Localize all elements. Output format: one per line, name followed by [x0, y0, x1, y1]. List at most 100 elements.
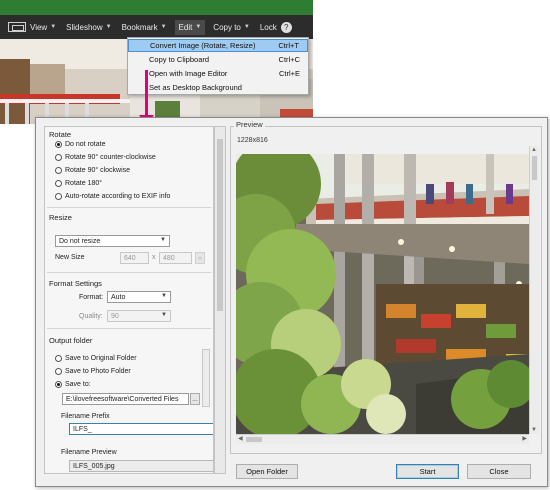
view-icon — [8, 22, 26, 32]
radio-button[interactable] — [55, 355, 62, 362]
scrollbar-thumb[interactable] — [217, 139, 223, 311]
scroll-left-icon[interactable]: ◀ — [238, 435, 243, 442]
browse-button[interactable]: ... — [190, 393, 200, 405]
menu-item-open-with-editor[interactable]: Open with Image Editor Ctrl+E — [128, 67, 308, 80]
radio-label: Auto-rotate according to EXIF info — [65, 193, 171, 200]
preview-image — [236, 154, 529, 434]
output-section-title: Output folder — [49, 336, 93, 345]
radio-button[interactable] — [55, 180, 62, 187]
quality-value: 90 — [111, 312, 119, 320]
menu-item-shortcut: Ctrl+T — [278, 41, 299, 50]
view-label: View — [30, 22, 48, 32]
chevron-down-icon: ▼ — [161, 293, 167, 299]
radio-label: Save to Photo Folder — [65, 368, 131, 375]
settings-scrollbar[interactable] — [214, 126, 226, 474]
copy-to-menu-button[interactable]: Copy to ▼ — [213, 23, 250, 32]
preview-title: Preview — [234, 120, 265, 129]
quality-label: Quality: — [79, 313, 103, 320]
format-section-title: Format Settings — [49, 279, 102, 288]
filename-prefix-label: Filename Prefix — [61, 413, 110, 420]
format-label: Format: — [79, 294, 104, 301]
height-input[interactable]: 480 — [159, 252, 192, 264]
menu-item-label: Copy to Clipboard — [149, 55, 210, 64]
new-size-label: New Size — [55, 254, 85, 261]
section-divider — [47, 328, 211, 329]
view-menu-button[interactable]: View ▼ — [8, 22, 56, 32]
radio-button-selected[interactable] — [55, 381, 62, 388]
chevron-down-icon: ▼ — [161, 312, 167, 318]
preview-vertical-scrollbar[interactable]: ▲ ▼ — [529, 146, 539, 434]
chevron-down-icon: ▼ — [243, 24, 250, 30]
edit-menu-button[interactable]: Edit ▼ — [174, 19, 206, 35]
open-folder-button[interactable]: Open Folder — [236, 464, 298, 479]
toolbar: View ▼ Slideshow ▼ Bookmark ▼ Edit ▼ Cop… — [0, 15, 313, 39]
resize-mode-select[interactable]: Do not resize ▼ — [55, 235, 170, 247]
quality-select[interactable]: 90 ▼ — [107, 310, 171, 322]
scroll-up-icon[interactable]: ▲ — [531, 147, 537, 153]
copy-to-label: Copy to — [213, 22, 241, 32]
size-separator: x — [152, 254, 156, 261]
rotate-option-ccw[interactable]: Rotate 90° counter-clockwise — [55, 154, 156, 161]
radio-button-selected[interactable] — [55, 141, 62, 148]
bookmark-label: Bookmark — [121, 22, 158, 32]
rotate-option-exif[interactable]: Auto-rotate according to EXIF info — [55, 193, 170, 200]
menu-item-set-desktop-background[interactable]: Set as Desktop Background — [128, 81, 308, 94]
chevron-down-icon: ▼ — [195, 24, 202, 30]
resize-section-title: Resize — [49, 213, 72, 222]
bookmark-menu-button[interactable]: Bookmark ▼ — [122, 23, 167, 32]
filename-prefix-input[interactable]: ILFS_ — [69, 423, 213, 435]
menu-item-label: Set as Desktop Background — [149, 83, 242, 92]
radio-label: Rotate 90° counter-clockwise — [65, 154, 156, 161]
preview-horizontal-scrollbar[interactable]: ◀ ▶ — [236, 434, 529, 444]
menu-item-copy-to-clipboard[interactable]: Copy to Clipboard Ctrl+C — [128, 53, 308, 66]
filename-preview-field: ILFS_005.jpg — [69, 460, 213, 472]
scrollbar-thumb[interactable] — [532, 156, 537, 180]
size-options-button[interactable]: » — [195, 252, 205, 264]
radio-label: Rotate 90° clockwise — [65, 167, 131, 174]
radio-button[interactable] — [55, 368, 62, 375]
start-button[interactable]: Start — [396, 464, 459, 479]
scrollbar-thumb[interactable] — [246, 437, 262, 442]
rotate-option-cw[interactable]: Rotate 90° clockwise — [55, 167, 130, 174]
slideshow-menu-button[interactable]: Slideshow ▼ — [66, 23, 111, 32]
resize-mode-value: Do not resize — [59, 237, 101, 245]
radio-label: Save to Original Folder — [65, 355, 137, 362]
filename-preview-label: Filename Preview — [61, 449, 117, 456]
help-icon[interactable]: ? — [280, 21, 292, 33]
menu-item-shortcut: Ctrl+C — [278, 55, 300, 64]
title-bar — [0, 0, 313, 15]
menu-item-label: Open with Image Editor — [149, 69, 228, 78]
radio-label: Save to: — [65, 381, 91, 388]
lock-label: Lock — [259, 22, 277, 32]
radio-button[interactable] — [55, 154, 62, 161]
close-button[interactable]: Close — [467, 464, 531, 479]
preview-dimensions: 1228x816 — [237, 137, 268, 144]
lock-button[interactable]: Lock ? — [259, 21, 292, 33]
menu-item-label: Convert Image (Rotate, Resize) — [150, 41, 256, 50]
rotate-option-none[interactable]: Do not rotate — [55, 141, 105, 148]
output-path-input[interactable]: E:\ilovefreesoftware\Converted Files — [62, 393, 189, 405]
menu-item-convert-image[interactable]: Convert Image (Rotate, Resize) Ctrl+T — [128, 39, 308, 52]
scroll-down-icon[interactable]: ▼ — [531, 427, 537, 433]
radio-button[interactable] — [55, 193, 62, 200]
section-divider — [47, 207, 211, 208]
convert-image-dialog: Rotate Do not rotate Rotate 90° counter-… — [35, 117, 548, 487]
output-option-custom[interactable]: Save to: — [55, 381, 91, 388]
chevron-down-icon: ▼ — [160, 24, 167, 30]
format-select[interactable]: Auto ▼ — [107, 291, 171, 303]
edit-dropdown-menu: Convert Image (Rotate, Resize) Ctrl+T Co… — [127, 37, 309, 95]
output-scrollbar[interactable] — [202, 349, 210, 407]
chevron-down-icon: ▼ — [105, 24, 112, 30]
output-option-original[interactable]: Save to Original Folder — [55, 355, 137, 362]
radio-button[interactable] — [55, 167, 62, 174]
width-input[interactable]: 640 — [120, 252, 149, 264]
chevron-down-icon: ▼ — [50, 24, 57, 30]
menu-item-shortcut: Ctrl+E — [278, 69, 300, 78]
radio-label: Rotate 180° — [65, 180, 103, 187]
section-divider — [47, 272, 211, 273]
scroll-right-icon[interactable]: ▶ — [522, 435, 527, 442]
annotation-arrow-shaft — [145, 70, 148, 118]
rotate-section-title: Rotate — [49, 130, 72, 139]
output-option-photo[interactable]: Save to Photo Folder — [55, 368, 131, 375]
rotate-option-180[interactable]: Rotate 180° — [55, 180, 102, 187]
